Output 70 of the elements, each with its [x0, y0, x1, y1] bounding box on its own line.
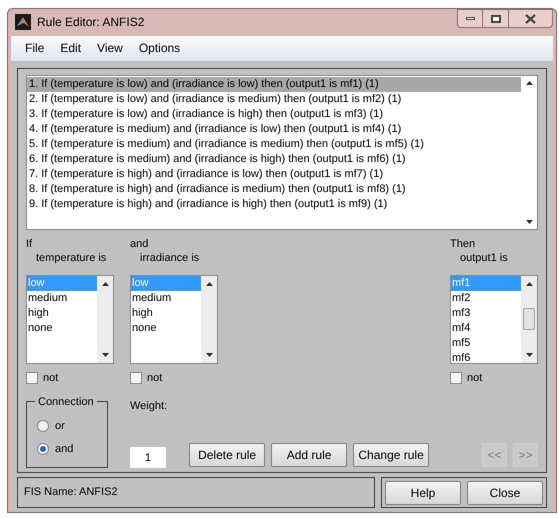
- scroll-down-icon[interactable]: [102, 352, 108, 356]
- radio-button[interactable]: [37, 443, 49, 456]
- rule-item[interactable]: 7. If (temperature is high) and (irradiance is low) then (output1 is mf7) (1): [27, 166, 521, 182]
- scroll-down-icon[interactable]: [526, 352, 532, 356]
- close-button[interactable]: [509, 9, 553, 28]
- list-item[interactable]: none: [131, 320, 201, 336]
- menu-item[interactable]: View: [97, 39, 123, 58]
- close-icon: [525, 14, 536, 24]
- scrollbar[interactable]: [521, 276, 537, 362]
- column-header: If: [26, 236, 34, 250]
- scroll-up-icon[interactable]: [102, 282, 108, 286]
- rule-item[interactable]: 5. If (temperature is medium) and (irradiance is medium) then (output1 is mf5) (1): [27, 136, 521, 152]
- variable-label: irradiance is: [139, 250, 200, 264]
- weight-label: Weight:: [130, 399, 168, 414]
- rule-item[interactable]: 4. If (temperature is medium) and (irradiance is low) then (output1 is mf4) (1): [27, 122, 521, 136]
- list-item[interactable]: mf4: [451, 320, 521, 336]
- list-item[interactable]: mf6: [451, 350, 521, 362]
- list-item[interactable]: mf5: [451, 336, 521, 350]
- options-list[interactable]: mf1 mf2 mf3 mf4 mf5 mf6: [450, 274, 538, 364]
- options-list[interactable]: low medium high none: [130, 274, 218, 364]
- variable-label: temperature is: [35, 250, 108, 264]
- variable-label: output1 is: [459, 250, 509, 264]
- not-label: not: [467, 370, 482, 386]
- rule-button[interactable]: Close: [467, 480, 543, 504]
- rule-item[interactable]: 6. If (temperature is medium) and (irradiance is high) then (output1 is mf6) (1): [27, 152, 521, 166]
- scroll-up-icon[interactable]: [206, 282, 212, 286]
- radio-label: or: [55, 418, 65, 434]
- scroll-down-icon[interactable]: [206, 352, 212, 356]
- column-header: Then: [450, 236, 476, 250]
- scroll-up-icon[interactable]: [526, 282, 532, 286]
- list-item[interactable]: mf2: [451, 290, 521, 306]
- not-checkbox[interactable]: [130, 372, 142, 384]
- scroll-down-icon[interactable]: [526, 220, 532, 224]
- column-header: and: [130, 236, 150, 250]
- scroll-thumb[interactable]: [523, 308, 535, 330]
- not-checkbox[interactable]: [26, 372, 38, 384]
- rule-item[interactable]: 9. If (temperature is high) and (irradiance is high) then (output1 is mf9) (1): [27, 196, 521, 212]
- rule-button[interactable]: Change rule: [353, 443, 430, 467]
- list-item[interactable]: none: [27, 320, 97, 336]
- rule-button[interactable]: Delete rule: [189, 443, 266, 467]
- list-item[interactable]: medium: [131, 290, 201, 306]
- window-title: Rule Editor: ANFIS2: [37, 14, 144, 32]
- menu-item[interactable]: Options: [138, 39, 180, 58]
- list-item[interactable]: high: [27, 306, 97, 320]
- list-item[interactable]: medium: [27, 290, 97, 306]
- weight-field[interactable]: 1: [130, 447, 166, 468]
- not-label: not: [43, 370, 58, 386]
- minimize-button[interactable]: [457, 9, 483, 28]
- rule-button[interactable]: Help: [385, 480, 461, 504]
- radio-button[interactable]: [37, 420, 49, 432]
- list-item[interactable]: high: [131, 306, 201, 320]
- fis-name-text: FIS Name: ANFIS2: [24, 485, 118, 500]
- scrollbar[interactable]: [201, 276, 217, 362]
- scrollbar[interactable]: [97, 276, 113, 362]
- list-item[interactable]: mf3: [451, 306, 521, 320]
- app-logo-icon: [15, 14, 31, 30]
- rule-item[interactable]: 2. If (temperature is low) and (irradiance is medium) then (output1 is mf2) (1): [27, 92, 521, 106]
- options-list[interactable]: low medium high none: [26, 274, 114, 364]
- not-checkbox[interactable]: [450, 372, 462, 384]
- menu-item[interactable]: File: [25, 39, 44, 58]
- maximize-button[interactable]: [483, 9, 509, 28]
- rules-list[interactable]: [26, 74, 538, 230]
- rule-button[interactable]: Add rule: [271, 443, 348, 467]
- menu-item[interactable]: Edit: [60, 39, 82, 58]
- rule-item[interactable]: 8. If (temperature is high) and (irradiance is medium) then (output1 is mf8) (1): [27, 182, 521, 196]
- rule-item[interactable]: 3. If (temperature is low) and (irradiance is high) then (output1 is mf3) (1): [27, 106, 521, 122]
- rule-item[interactable]: 1. If (temperature is low) and (irradiance is low) then (output1 is mf1) (1): [27, 76, 521, 92]
- scroll-up-icon[interactable]: [526, 80, 532, 84]
- radio-label: and: [55, 442, 74, 457]
- not-label: not: [147, 370, 162, 386]
